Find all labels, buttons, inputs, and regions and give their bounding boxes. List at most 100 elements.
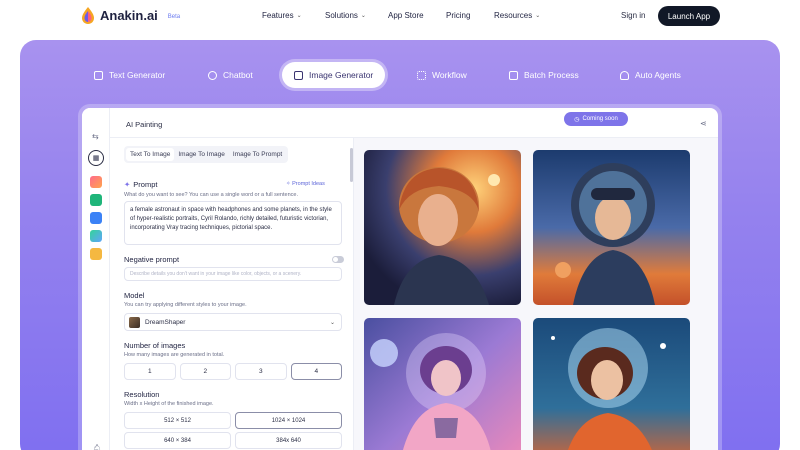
tab-workflow[interactable]: Workflow [417, 62, 467, 88]
launch-app-button[interactable]: Launch App [658, 6, 720, 26]
beta-badge: Beta [167, 13, 181, 20]
sparkle-icon: ✧ [286, 181, 291, 187]
nav-solutions-label: Solutions [325, 11, 358, 20]
resolution-option[interactable]: 640 × 384 [124, 432, 231, 449]
tab-text-generator[interactable]: Text Generator [94, 62, 165, 88]
image-icon [294, 70, 303, 80]
tab-label: Chatbot [223, 70, 253, 80]
sign-in-link[interactable]: Sign in [621, 11, 645, 20]
nav-solutions[interactable]: Solutions ⌄ [325, 11, 366, 20]
nav-resources[interactable]: Resources ⌄ [494, 11, 540, 20]
model-hint: You can try applying different styles to… [124, 302, 247, 308]
batch-icon [509, 70, 518, 80]
generated-image-1[interactable] [364, 150, 521, 305]
clock-icon: ◷ [574, 116, 580, 123]
nav-app-store[interactable]: App Store [388, 11, 424, 20]
model-value: DreamShaper [145, 318, 186, 326]
hero-panel: Text Generator Chatbot Image Generator W… [20, 40, 780, 450]
negative-prompt-toggle[interactable] [332, 256, 344, 263]
coming-soon-badge: ◷ Coming soon [564, 112, 628, 126]
num-option-4[interactable]: 4 [290, 363, 342, 380]
agent-icon [620, 70, 629, 80]
tab-label: Text Generator [109, 70, 166, 80]
model-select[interactable]: DreamShaper ⌄ [124, 313, 342, 331]
chevron-down-icon: ⌄ [329, 320, 335, 326]
brand-logo[interactable]: Anakin.ai Beta [82, 7, 180, 24]
nav-resources-label: Resources [494, 11, 533, 20]
num-option-1[interactable]: 1 [124, 363, 176, 380]
chevron-down-icon: ⌄ [360, 13, 366, 19]
prompt-ideas-label: Prompt Ideas [292, 181, 325, 187]
num-images-hint: How many images are generated in total. [124, 352, 225, 358]
num-images-options: 1 2 3 4 [124, 363, 342, 380]
num-option-3[interactable]: 3 [235, 363, 287, 380]
bell-icon[interactable]: 🔔︎ [92, 444, 102, 450]
generation-form: Text To Image Image To Image Image To Pr… [110, 138, 354, 450]
app-icon-3[interactable] [90, 212, 102, 224]
negative-prompt-label: Negative prompt [124, 255, 180, 264]
coming-soon-label: Coming soon [582, 116, 618, 122]
workflow-icon [417, 70, 426, 80]
mode-subtabs: Text To Image Image To Image Image To Pr… [124, 146, 289, 163]
tab-batch-process[interactable]: Batch Process [509, 62, 579, 88]
app-header: AI Painting ◷ Coming soon ⋖ ⋮ [110, 108, 718, 138]
resolution-label: Resolution [124, 390, 160, 399]
model-label: Model [124, 291, 145, 300]
num-images-label: Number of images [124, 341, 186, 350]
tab-label: Batch Process [524, 70, 579, 80]
nav-features-label: Features [262, 11, 294, 20]
settings-sliders-icon[interactable]: ⇆ [92, 132, 99, 141]
apps-grid-icon[interactable]: ▦ [88, 150, 104, 166]
top-navbar: Anakin.ai Beta Features ⌄ Solutions ⌄ Ap… [0, 0, 800, 34]
subtab-text-to-image[interactable]: Text To Image [126, 148, 175, 161]
negative-prompt-input[interactable]: Describe details you don't want in your … [124, 267, 342, 281]
logo-icon [82, 7, 94, 24]
app-sidebar: ⇆ ▦ 🔔︎ [82, 108, 110, 450]
app-icon-2[interactable] [90, 194, 102, 206]
generated-image-4[interactable] [533, 318, 690, 450]
prompt-ideas-link[interactable]: ✧ Prompt Ideas [286, 181, 325, 187]
chat-icon [208, 70, 217, 80]
generated-image-2[interactable] [533, 150, 690, 305]
prompt-label: ✦ Prompt [124, 180, 157, 189]
model-avatar [129, 316, 140, 328]
brand-name: Anakin.ai [100, 8, 158, 23]
resolution-option[interactable]: 512 × 512 [124, 412, 231, 429]
app-icon-1[interactable] [90, 176, 102, 188]
resolution-option[interactable]: 1024 × 1024 [235, 412, 342, 429]
share-icon[interactable]: ⋖ [700, 119, 707, 128]
tab-chatbot[interactable]: Chatbot [208, 62, 253, 88]
resolution-row-1: 512 × 512 1024 × 1024 [124, 412, 342, 429]
feature-tabs: Text Generator Chatbot Image Generator W… [20, 62, 780, 88]
tab-label: Image Generator [309, 70, 374, 80]
resolution-option[interactable]: 384x 640 [235, 432, 342, 449]
app-icon-5[interactable] [90, 248, 102, 260]
prompt-textarea[interactable]: a female astronaut in space with headpho… [124, 201, 342, 245]
tab-image-generator[interactable]: Image Generator [282, 62, 386, 88]
image-gallery [354, 138, 718, 450]
subtab-image-to-image[interactable]: Image To Image [174, 148, 229, 161]
nav-pricing[interactable]: Pricing [446, 11, 470, 20]
sparkle-icon: ✦ [124, 180, 131, 189]
resolution-hint: Width x Height of the finished image. [124, 401, 214, 407]
subtab-image-to-prompt[interactable]: Image To Prompt [229, 148, 286, 161]
app-window: ⇆ ▦ 🔔︎ AI Painting ◷ Coming soon ⋖ ⋮ Tex… [82, 108, 718, 450]
app-icon-4[interactable] [90, 230, 102, 242]
more-icon[interactable]: ⋮ [717, 119, 718, 128]
tab-label: Auto Agents [635, 70, 681, 80]
num-option-2[interactable]: 2 [179, 363, 231, 380]
nav-pricing-label: Pricing [446, 11, 471, 20]
resolution-row-2: 640 × 384 384x 640 [124, 432, 342, 449]
document-icon [94, 70, 103, 80]
chevron-down-icon: ⌄ [535, 13, 541, 19]
nav-app-store-label: App Store [388, 11, 424, 20]
prompt-hint: What do you want to see? You can use a s… [124, 192, 298, 198]
prompt-label-text: Prompt [133, 180, 158, 189]
nav-features[interactable]: Features ⌄ [262, 11, 302, 20]
tab-label: Workflow [432, 70, 467, 80]
tab-auto-agents[interactable]: Auto Agents [620, 62, 681, 88]
app-title: AI Painting [126, 120, 163, 129]
form-scrollbar[interactable] [350, 148, 353, 182]
chevron-down-icon: ⌄ [296, 13, 302, 19]
generated-image-3[interactable] [364, 318, 521, 450]
